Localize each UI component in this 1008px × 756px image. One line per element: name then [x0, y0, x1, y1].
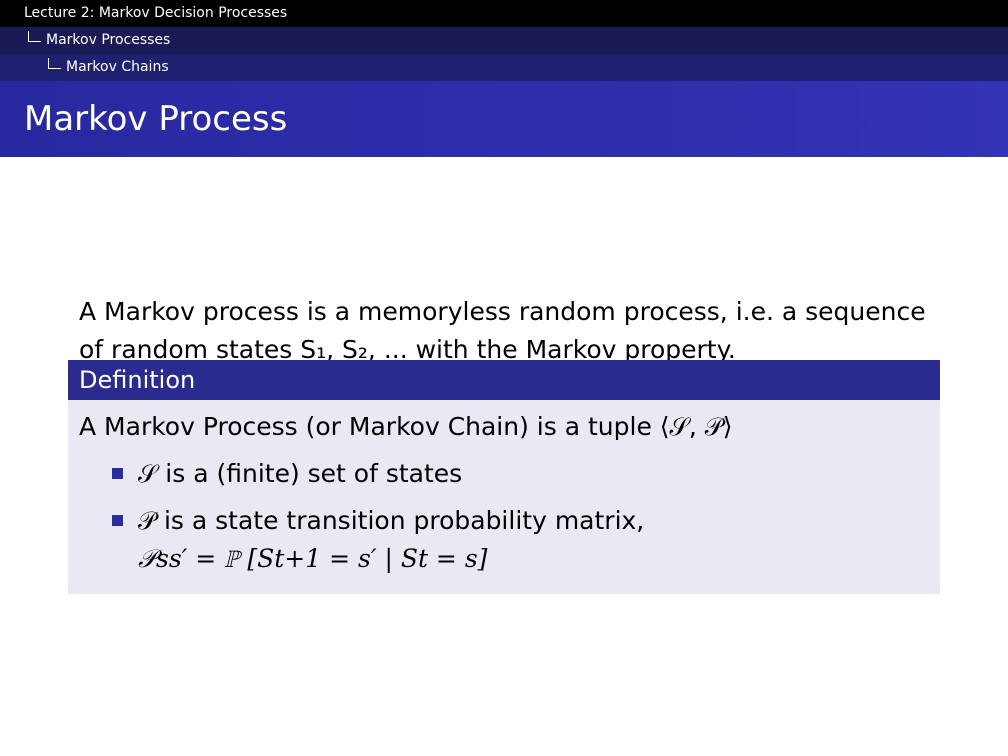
definition-statement: A Markov Process (or Markov Chain) is a … — [79, 412, 733, 441]
definition-bullet-transition: 𝒫 is a state transition probability matr… — [79, 502, 940, 540]
tree-corner-icon — [48, 58, 61, 69]
lecture-slide: Lecture 2: Markov Decision Processes Mar… — [0, 0, 1008, 756]
definition-bullet-transition-text: 𝒫 is a state transition probability matr… — [138, 506, 645, 535]
transition-formula: 𝒫ss′ = ℙ [St+1 = s′ | St = s] — [138, 544, 488, 573]
tree-corner-icon — [28, 31, 41, 42]
breadcrumb-level-1-label: Lecture 2: Markov Decision Processes — [24, 5, 288, 21]
breadcrumb-level-3: Markov Chains — [0, 54, 1008, 81]
breadcrumb-level-3-label: Markov Chains — [66, 59, 169, 75]
breadcrumb-level-2: Markov Processes — [0, 27, 1008, 54]
definition-bullet-states-text: 𝒮 is a (finite) set of states — [138, 459, 463, 488]
square-bullet-icon — [112, 468, 123, 479]
definition-bullet-states: 𝒮 is a (finite) set of states — [79, 455, 940, 493]
breadcrumb-level-1: Lecture 2: Markov Decision Processes — [0, 0, 1008, 27]
page-title: Markov Process — [24, 99, 288, 139]
square-bullet-icon — [112, 515, 123, 526]
title-bar: Markov Process — [0, 81, 1008, 157]
breadcrumb-level-2-label: Markov Processes — [46, 32, 171, 48]
definition-block: Definition A Markov Process (or Markov C… — [68, 360, 940, 594]
definition-body: A Markov Process (or Markov Chain) is a … — [68, 400, 940, 578]
intro-text: A Markov process is a memoryless random … — [79, 297, 926, 364]
definition-heading: Definition — [68, 360, 940, 400]
